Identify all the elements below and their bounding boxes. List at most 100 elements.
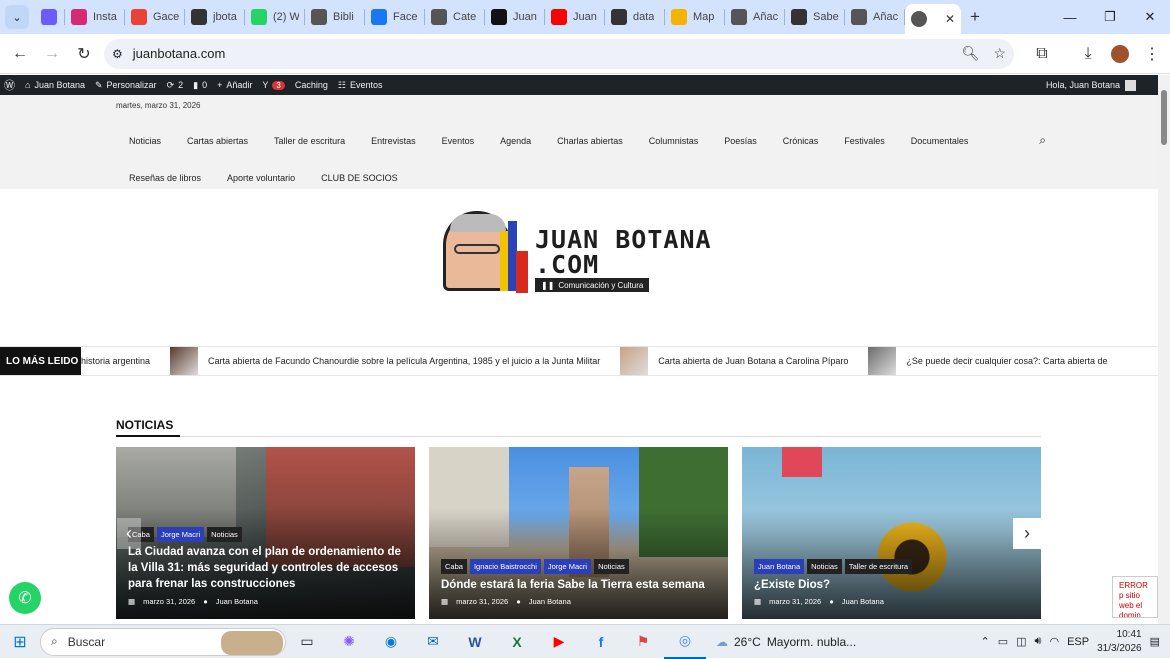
close-tab-icon[interactable]: ✕ (945, 12, 955, 26)
facebook-icon[interactable]: f (580, 625, 622, 659)
nav-item[interactable]: Entrevistas (358, 136, 429, 146)
wp-comments-link[interactable]: ▮0 (193, 80, 207, 91)
chevron-up-icon[interactable]: ⌃ (981, 635, 990, 648)
clock[interactable]: 10:41 31/3/2026 (1097, 628, 1142, 656)
category-tag[interactable]: Jorge Macri (544, 559, 591, 574)
address-bar[interactable]: ⚙ juanbotana.com 🔍︎ ☆ (104, 39, 1014, 69)
nav-item[interactable]: Documentales (898, 136, 982, 146)
browser-tab[interactable]: Añac (845, 0, 905, 34)
scrollbar-thumb[interactable] (1161, 90, 1167, 145)
forward-icon[interactable]: → (36, 38, 68, 70)
ticker-item[interactable]: historia argentina (81, 356, 150, 366)
windows-start-icon[interactable]: ⊞ (0, 625, 40, 659)
close-window-icon[interactable]: ✕ (1130, 0, 1170, 34)
ticker-item[interactable]: ¿Se puede decir cualquier cosa?: Carta a… (868, 347, 1107, 375)
wifi-icon[interactable]: ◠ (1049, 635, 1059, 648)
word-icon[interactable]: W (454, 625, 496, 659)
news-card[interactable]: CabaIgnacio BaistrocchiJorge MacriNotici… (429, 447, 728, 619)
tab-active[interactable]: ✕ (905, 4, 961, 34)
category-tag[interactable]: Noticias (807, 559, 842, 574)
download-icon[interactable]: ⤓ (1072, 38, 1104, 70)
browser-tab[interactable]: Map (665, 0, 725, 34)
nav-item[interactable]: Noticias (116, 136, 174, 146)
extensions-icon[interactable]: ⧉ (1026, 38, 1058, 70)
wp-events-link[interactable]: ☷Eventos (338, 80, 383, 91)
card-title[interactable]: La Ciudad avanza con el plan de ordenami… (128, 544, 403, 592)
copilot-icon[interactable]: ✺ (328, 625, 370, 659)
youtube-icon[interactable]: ▶ (538, 625, 580, 659)
category-tag[interactable]: Taller de escritura (845, 559, 912, 574)
site-logo[interactable]: JUAN BOTANA .COM ❚❚Comunicación y Cultur… (440, 205, 730, 300)
category-tag[interactable]: Jorge Macri (157, 527, 204, 542)
meet-icon[interactable]: ◫ (1016, 635, 1026, 648)
reload-icon[interactable]: ↻ (68, 38, 100, 70)
wp-customize-link[interactable]: ✎Personalizar (95, 80, 157, 91)
browser-menu-icon[interactable]: ⋮ (1136, 38, 1168, 70)
new-tab-icon[interactable]: + (961, 7, 989, 27)
nav-item[interactable]: Charlas abiertas (544, 136, 636, 146)
restore-icon[interactable]: ❐ (1090, 0, 1130, 34)
minimize-icon[interactable]: — (1050, 0, 1090, 34)
chrome-icon[interactable]: ◎ (664, 625, 706, 659)
edge-icon[interactable]: ◉ (370, 625, 412, 659)
carousel-next-icon[interactable]: › (1013, 518, 1041, 549)
battery-icon[interactable]: ▭ (998, 635, 1008, 648)
news-card[interactable]: Juan BotanaNoticiasTaller de escritura ¿E… (742, 447, 1041, 619)
ticker-item[interactable]: Carta abierta de Facundo Chanourdie sobr… (170, 347, 600, 375)
volume-icon[interactable]: 🔊︎ (1035, 635, 1042, 648)
back-icon[interactable]: ← (4, 38, 36, 70)
wp-account-menu[interactable]: Hola, Juan Botana (1046, 80, 1136, 91)
browser-tab[interactable]: Bibli (305, 0, 365, 34)
wp-updates-link[interactable]: ⟳2 (167, 80, 184, 91)
category-tag[interactable]: Juan Botana (754, 559, 804, 574)
browser-tab[interactable]: Gace (125, 0, 185, 34)
whatsapp-icon[interactable]: ✆ (9, 582, 41, 614)
browser-tab[interactable]: Juan (545, 0, 605, 34)
browser-tab[interactable]: Juan (485, 0, 545, 34)
wp-add-link[interactable]: +Añadir (217, 80, 252, 90)
wp-yoast-link[interactable]: Y3 (262, 80, 284, 90)
nav-item[interactable]: Taller de escritura (261, 136, 358, 146)
browser-tab[interactable]: data (605, 0, 665, 34)
language-indicator[interactable]: ESP (1067, 636, 1089, 648)
excel-icon[interactable]: X (496, 625, 538, 659)
nav-item[interactable]: Aporte voluntario (214, 173, 308, 183)
bookmark-star-icon[interactable]: ☆ (993, 45, 1006, 62)
notifications-icon[interactable]: ▤ (1150, 635, 1160, 648)
tab-search-dropdown-icon[interactable]: ⌄ (5, 5, 29, 29)
card-title[interactable]: ¿Existe Dios? (754, 577, 1029, 593)
nav-item[interactable]: Poesías (711, 136, 770, 146)
nav-item[interactable]: CLUB DE SOCIOS (308, 173, 411, 183)
outlook-icon[interactable]: ✉ (412, 625, 454, 659)
browser-tab[interactable]: Cate (425, 0, 485, 34)
category-tag[interactable]: Noticias (594, 559, 629, 574)
ticker-item[interactable]: Carta abierta de Juan Botana a Carolina … (620, 347, 848, 375)
taskbar-search[interactable]: ⌕ Buscar (40, 628, 286, 656)
card-title[interactable]: Dónde estará la feria Sabe la Tierra est… (441, 577, 716, 593)
news-card[interactable]: CabaJorge MacriNoticiasLa Ciudad avanza … (116, 447, 415, 619)
nav-item[interactable]: Cartas abiertas (174, 136, 261, 146)
wordpress-icon[interactable]: Ⓦ (4, 77, 15, 93)
nav-item[interactable]: Columnistas (636, 136, 712, 146)
site-info-icon[interactable]: ⚙ (112, 47, 123, 61)
nav-item[interactable]: Eventos (429, 136, 488, 146)
app-icon[interactable]: ⚑ (622, 625, 664, 659)
zoom-icon[interactable]: 🔍︎ (962, 45, 980, 62)
wp-site-link[interactable]: ⌂Juan Botana (25, 80, 85, 90)
weather-widget[interactable]: ☁ 26°C Mayorm. nubla... (716, 635, 856, 649)
browser-tab[interactable]: (2) W (245, 0, 305, 34)
carousel-prev-icon[interactable]: ‹ (117, 518, 141, 549)
page-scrollbar[interactable] (1158, 75, 1170, 625)
category-tag[interactable]: Ignacio Baistrocchi (470, 559, 541, 574)
browser-tab[interactable]: jbota (185, 0, 245, 34)
category-tag[interactable]: Noticias (207, 527, 242, 542)
profile-avatar-icon[interactable] (1104, 38, 1136, 70)
nav-item[interactable]: Festivales (831, 136, 898, 146)
task-view-icon[interactable]: ▭ (286, 625, 328, 659)
search-icon[interactable]: ⌕ (1039, 133, 1046, 148)
browser-tab[interactable]: Añac (725, 0, 785, 34)
browser-tab[interactable]: Sabe (785, 0, 845, 34)
browser-tab[interactable] (35, 0, 65, 34)
nav-item[interactable]: Crónicas (770, 136, 832, 146)
browser-tab[interactable]: Face (365, 0, 425, 34)
